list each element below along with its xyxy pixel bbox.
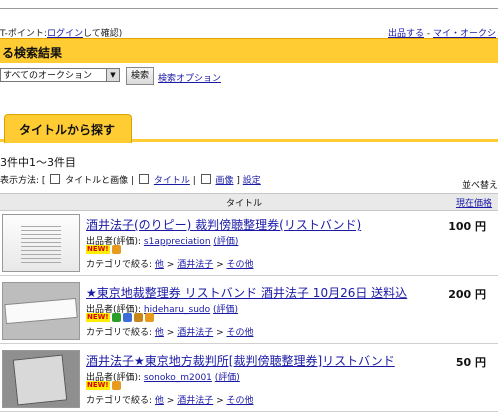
category-label: カテゴリで絞る: xyxy=(86,260,155,270)
seller-link[interactable]: hideharu_sudo xyxy=(144,305,210,315)
cart-icon xyxy=(122,313,132,322)
package-icon xyxy=(133,313,143,322)
item-thumbnail[interactable] xyxy=(2,214,80,272)
top-divider xyxy=(0,0,498,9)
tab-search-by-title[interactable]: タイトルから探す xyxy=(4,114,132,143)
display-separator-2: | xyxy=(192,176,199,186)
listing-row: 酒井法子★東京地方裁判所[裁判傍聴整理券]リストバンド 出品者(評価): son… xyxy=(0,346,498,412)
sort-label[interactable]: 並べ替え xyxy=(462,178,498,191)
display-separator-1: | xyxy=(131,176,137,186)
display-close: ] xyxy=(236,176,240,186)
search-options-link[interactable]: 検索オプション xyxy=(158,71,221,84)
category-link-sakai[interactable]: 酒井法子 xyxy=(177,396,213,406)
item-badges: NEW! xyxy=(86,313,154,323)
display-mode: 表示方法: [ タイトルと画像 | タイトル | 画像 ] 設定 xyxy=(0,173,261,186)
column-title: タイトル xyxy=(226,199,263,209)
category-link-misc[interactable]: その他 xyxy=(226,328,253,338)
category-link-sakai[interactable]: 酒井法子 xyxy=(177,260,213,270)
rating-link[interactable]: (評価) xyxy=(213,237,238,247)
item-price: 50 円 xyxy=(455,356,486,369)
fixed-price-icon xyxy=(111,245,121,254)
display-mode-label: 表示方法: [ xyxy=(0,176,46,186)
view-title-and-image[interactable]: タイトルと画像 xyxy=(65,176,128,186)
category-link-other[interactable]: 他 xyxy=(155,328,164,338)
new-badge: NEW! xyxy=(86,381,110,390)
category-link-misc[interactable]: その他 xyxy=(226,396,253,406)
seller-link[interactable]: s1appreciation xyxy=(144,237,211,247)
search-button[interactable]: 検索 xyxy=(126,67,155,85)
item-title-link[interactable]: 酒井法子★東京地方裁判所[裁判傍聴整理券]リストバンド xyxy=(86,352,395,369)
category-link-other[interactable]: 他 xyxy=(155,396,164,406)
category-label: カテゴリで絞る: xyxy=(86,328,155,338)
new-badge: NEW! xyxy=(86,313,110,322)
auction-scope-select[interactable]: すべてのオークション ▼ xyxy=(0,68,120,82)
item-badges: NEW! xyxy=(86,245,121,255)
results-header: タイトル 現在価格 xyxy=(0,193,498,211)
category-label: カテゴリで絞る: xyxy=(86,396,155,406)
listing-row: ★東京地裁整理券 リストバンド 酒井法子 10月26日 送料込 出品者(評価):… xyxy=(0,278,498,344)
category-filter: カテゴリで絞る: 他 > 酒井法子 > その他 xyxy=(86,260,254,270)
page-title: る検索結果 xyxy=(2,46,63,60)
category-filter: カテゴリで絞る: 他 > 酒井法子 > その他 xyxy=(86,396,254,406)
chevron-down-icon[interactable]: ▼ xyxy=(106,69,119,81)
view-title[interactable]: タイトル xyxy=(154,176,190,186)
category-link-misc[interactable]: その他 xyxy=(226,260,253,270)
title-bar: る検索結果 xyxy=(0,38,498,63)
fixed-price-icon xyxy=(111,381,121,390)
title-view-icon xyxy=(138,174,149,184)
view-image[interactable]: 画像 xyxy=(216,176,234,186)
search-row: すべてのオークション ▼ 検索 検索オプション xyxy=(0,67,498,88)
free-shipping-icon xyxy=(111,313,121,322)
seller-link[interactable]: sonoko_m2001 xyxy=(144,373,212,383)
item-title-link[interactable]: ★東京地裁整理券 リストバンド 酒井法子 10月26日 送料込 xyxy=(86,284,407,301)
column-current-price[interactable]: 現在価格 xyxy=(456,196,492,209)
tab-label: タイトルから探す xyxy=(19,123,116,137)
category-link-sakai[interactable]: 酒井法子 xyxy=(177,328,213,338)
category-filter: カテゴリで絞る: 他 > 酒井法子 > その他 xyxy=(86,328,254,338)
new-badge: NEW! xyxy=(86,245,110,254)
title-image-view-icon xyxy=(50,174,61,184)
category-link-other[interactable]: 他 xyxy=(155,260,164,270)
item-price: 100 円 xyxy=(448,220,486,233)
listing-row: 酒井法子(のりピー) 裁判傍聴整理券(リストバンド) 出品者(評価): s1ap… xyxy=(0,210,498,276)
image-view-icon xyxy=(200,174,211,184)
item-badges: NEW! xyxy=(86,381,121,391)
fixed-price-icon xyxy=(144,313,154,322)
item-thumbnail[interactable] xyxy=(2,350,80,408)
top-bar: T-ポイント:ログインして確認) 出品する - マイ・オークシ xyxy=(0,24,498,39)
item-thumbnail[interactable] xyxy=(2,282,80,340)
item-title-link[interactable]: 酒井法子(のりピー) 裁判傍聴整理券(リストバンド) xyxy=(86,216,361,233)
scope-value: すべてのオークション xyxy=(3,71,93,81)
results-count: 3件中1～3件目 xyxy=(0,156,76,169)
settings-link[interactable]: 設定 xyxy=(243,176,261,186)
item-price: 200 円 xyxy=(448,288,486,301)
rating-link[interactable]: (評価) xyxy=(215,373,240,383)
rating-link[interactable]: (評価) xyxy=(213,305,238,315)
